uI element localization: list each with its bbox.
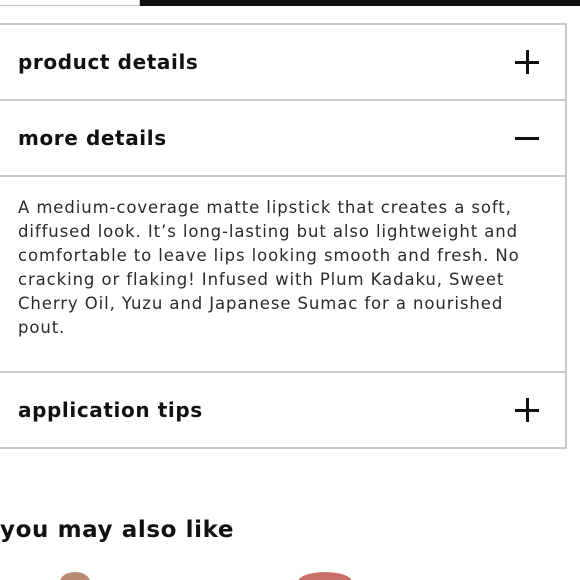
product-details-header[interactable]: product details — [0, 25, 565, 99]
product-details-title: product details — [18, 50, 199, 74]
more-details-description: A medium-coverage matte lipstick that cr… — [18, 198, 520, 337]
tab-strip — [0, 0, 580, 8]
accordion-section-more-details: more details A medium-coverage matte lip… — [0, 101, 565, 373]
more-details-title: more details — [18, 126, 167, 150]
you-may-also-like-heading: you may also like — [0, 517, 235, 543]
tab-inactive[interactable] — [0, 0, 140, 6]
product-thumbnail[interactable] — [60, 572, 90, 580]
tab-active-indicator[interactable] — [140, 0, 580, 6]
application-tips-header[interactable]: application tips — [0, 373, 565, 447]
application-tips-title: application tips — [18, 398, 203, 422]
accordion-section-product-details: product details — [0, 25, 565, 101]
product-thumbnail[interactable] — [298, 572, 352, 580]
more-details-header[interactable]: more details — [0, 101, 565, 175]
accordion-section-application-tips: application tips — [0, 373, 565, 449]
minus-icon[interactable] — [515, 126, 539, 150]
plus-icon[interactable] — [515, 50, 539, 74]
product-page: product details more details A medium-co… — [0, 0, 580, 580]
more-details-body: A medium-coverage matte lipstick that cr… — [0, 175, 565, 371]
plus-icon[interactable] — [515, 398, 539, 422]
details-accordion: product details more details A medium-co… — [0, 23, 567, 449]
